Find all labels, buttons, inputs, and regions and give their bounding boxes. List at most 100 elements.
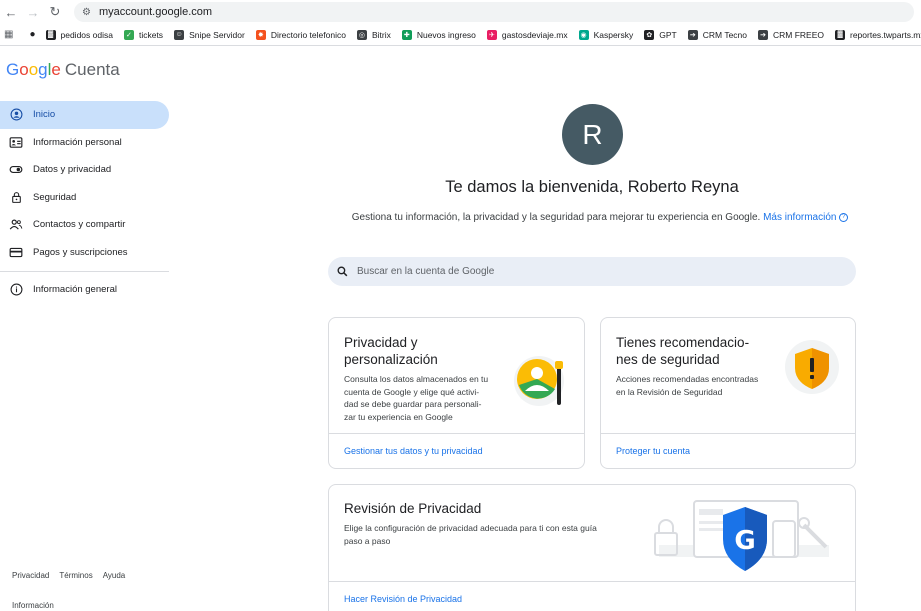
- kaspersky-icon: ◉: [578, 29, 589, 40]
- bookmark-label: gastosdeviaje.mx: [501, 29, 568, 40]
- security-card[interactable]: Tienes recomendacio- nes de seguridad Ac…: [600, 317, 856, 469]
- bookmark-label: reportes.twparts.mx...: [850, 29, 921, 40]
- sidebar-item-label: Inicio: [33, 109, 56, 121]
- privacy-review-illustration-icon: G: [649, 495, 839, 580]
- lock-icon: [9, 190, 23, 204]
- arrow-circle-icon: ➔: [687, 29, 698, 40]
- bookmark-label: tickets: [138, 29, 164, 40]
- toggle-icon: [9, 163, 23, 177]
- arrow-circle-icon: ➔: [758, 29, 768, 40]
- forward-icon[interactable]: →: [22, 1, 44, 23]
- bookmark-label: pedidos odisa: [60, 29, 113, 40]
- back-icon[interactable]: ←: [0, 1, 22, 23]
- sidebar-item-home[interactable]: Inicio: [0, 101, 169, 129]
- help-circle-icon: ?: [839, 212, 849, 222]
- sheets-icon: ✚: [401, 29, 412, 40]
- bookmark-label: Directorio telefonico: [270, 29, 346, 40]
- search-input[interactable]: [357, 266, 817, 277]
- sidebar-item-label: Seguridad: [33, 191, 77, 203]
- sidebar-item-label: Información personal: [33, 136, 122, 148]
- bookmarks-bar: ▦ ● ▓ pedidos odisa ✓ tickets ☺ Snipe Servido…: [0, 24, 921, 46]
- privacy-illustration-icon: [513, 351, 567, 416]
- security-card-description: Acciones recomendadas encontradas en la …: [616, 374, 759, 397]
- protect-account-link[interactable]: Proteger tu cuenta: [601, 433, 855, 468]
- sidebar-item-security[interactable]: Seguridad: [0, 184, 169, 212]
- bookmark-label: CRM FREEO: [773, 29, 824, 40]
- url-text: myaccount.google.com: [98, 6, 213, 18]
- address-bar[interactable]: ⚙ myaccount.google.com: [74, 2, 914, 22]
- bookmark-item[interactable]: ✓ tickets: [123, 29, 164, 40]
- sidebar-nav: Inicio Información personal Datos y privac…: [0, 101, 169, 304]
- bar-chart-icon: ▓: [45, 29, 56, 40]
- bookmark-label: Kaspersky: [593, 29, 634, 40]
- privacy-review-title: Revisión de Privacidad: [344, 501, 482, 516]
- subtitle-text: Gestiona tu información, la privacidad y…: [351, 212, 761, 223]
- account-search[interactable]: [328, 257, 856, 286]
- sidebar-item-label: Contactos y compartir: [33, 219, 126, 231]
- bookmark-label: GPT: [659, 29, 677, 40]
- ticket-icon: ✓: [123, 29, 134, 40]
- bookmark-item[interactable]: ➔ CRM Tecno: [687, 29, 747, 40]
- sidebar-divider: [0, 271, 169, 272]
- plane-icon: ✈: [486, 29, 497, 40]
- bookmark-label: Snipe Servidor: [189, 29, 245, 40]
- people-icon: [9, 218, 23, 232]
- home-account-icon: [9, 108, 23, 122]
- bookmark-item[interactable]: ☺ Snipe Servidor: [174, 29, 245, 40]
- shield-warning-icon: [783, 338, 841, 401]
- terms-link[interactable]: Términos: [59, 571, 92, 580]
- bookmark-item[interactable]: ✚ Nuevos ingreso: [401, 29, 476, 40]
- privacy-link[interactable]: Privacidad: [12, 571, 49, 580]
- reload-icon[interactable]: ↻: [44, 1, 66, 23]
- site-settings-icon[interactable]: ⚙: [82, 7, 91, 18]
- sidebar-item-contacts-sharing[interactable]: Contactos y compartir: [0, 211, 169, 239]
- google-account-logo[interactable]: Google Cuenta: [6, 60, 120, 80]
- id-card-icon: [9, 135, 23, 149]
- manage-privacy-link[interactable]: Gestionar tus datos y tu privacidad: [329, 433, 584, 468]
- avatar[interactable]: R: [562, 104, 623, 165]
- sidebar-item-payments-subscriptions[interactable]: Pagos y suscripciones: [0, 239, 169, 267]
- privacy-review-link[interactable]: Hacer Revisión de Privacidad: [329, 581, 855, 611]
- bookmark-item[interactable]: ▓ reportes.twparts.mx...: [835, 29, 921, 40]
- bookmark-label: Bitrix: [371, 29, 391, 40]
- sidebar-item-label: Información general: [33, 284, 117, 296]
- help-link[interactable]: Ayuda: [103, 571, 126, 580]
- bookmark-item[interactable]: ▓ pedidos odisa: [45, 29, 113, 40]
- bookmark-item[interactable]: ✿ GPT: [644, 29, 677, 40]
- sidebar-item-general-info[interactable]: Información general: [0, 276, 169, 304]
- bookmark-label: CRM Tecno: [702, 29, 747, 40]
- privacy-review-description: Elige la configuración de privacidad ade…: [344, 523, 597, 546]
- page-subtitle: Gestiona tu información, la privacidad y…: [300, 212, 900, 223]
- apps-grid-icon[interactable]: ▦: [4, 29, 13, 40]
- credit-card-icon: [9, 245, 23, 259]
- bookmark-item[interactable]: ✈ gastosdeviaje.mx: [486, 29, 568, 40]
- search-icon: [337, 266, 348, 277]
- sidebar-item-personal-info[interactable]: Información personal: [0, 129, 169, 157]
- info-link[interactable]: Información: [12, 601, 54, 610]
- learn-more-link[interactable]: Más información ?: [763, 212, 849, 223]
- globe-icon: ◎: [356, 29, 367, 40]
- privacy-card-title: Privacidad y personalización: [344, 335, 438, 367]
- security-card-title: Tienes recomendacio- nes de seguridad: [616, 335, 750, 367]
- bookmark-item[interactable]: ✸ Directorio telefonico: [255, 29, 346, 40]
- joomla-icon: ✸: [255, 29, 266, 40]
- privacy-card-description: Consulta los datos almacenados en tu cue…: [344, 374, 489, 422]
- globe-bookmark-icon[interactable]: ●: [29, 29, 35, 40]
- sidebar-item-data-privacy[interactable]: Datos y privacidad: [0, 156, 169, 184]
- sidebar-item-label: Datos y privacidad: [33, 164, 112, 176]
- bookmark-item[interactable]: ➔ CRM FREEO: [758, 29, 824, 40]
- bar-chart-icon: ▓: [835, 29, 845, 40]
- browser-toolbar: ← → ↻ ⚙ myaccount.google.com: [0, 0, 921, 24]
- footer-links: Privacidad Términos Ayuda: [12, 571, 125, 580]
- product-name: Cuenta: [64, 60, 120, 79]
- page-title: Te damos la bienvenida, Roberto Reyna: [445, 178, 739, 196]
- openai-icon: ✿: [644, 29, 655, 40]
- bookmark-label: Nuevos ingreso: [416, 29, 476, 40]
- privacy-card[interactable]: Privacidad y personalización Consulta lo…: [328, 317, 585, 469]
- bookmark-item[interactable]: ◉ Kaspersky: [578, 29, 634, 40]
- bookmark-item[interactable]: ◎ Bitrix: [356, 29, 391, 40]
- privacy-review-card[interactable]: Revisión de Privacidad Elige la configur…: [328, 484, 856, 611]
- svg-text:G: G: [734, 526, 755, 556]
- info-icon: [9, 283, 23, 297]
- ninja-icon: ☺: [174, 29, 185, 40]
